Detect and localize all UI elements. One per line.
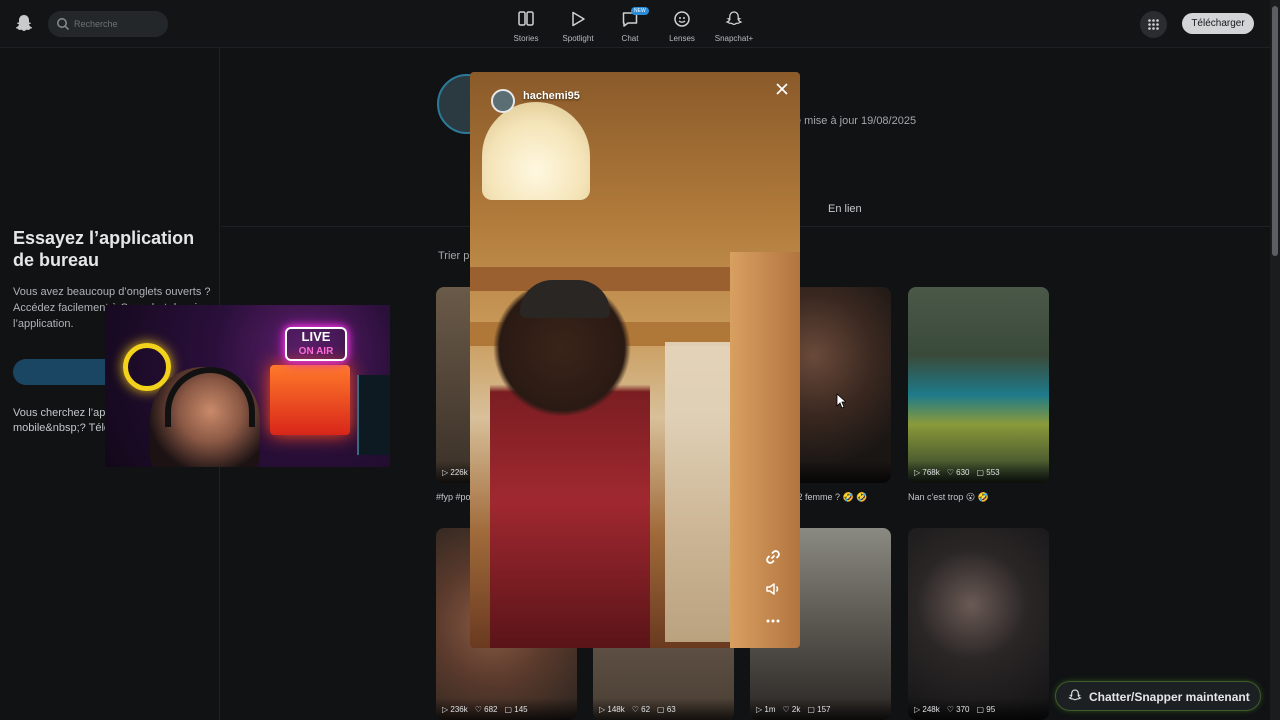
- nav-label: Lenses: [669, 34, 695, 43]
- nav-spotlight[interactable]: Spotlight: [552, 0, 604, 48]
- likes-count: ♡ 62: [631, 704, 651, 714]
- doorway-light: [665, 342, 735, 642]
- search-input[interactable]: [74, 15, 162, 33]
- tile-stats: ▷ 148k ♡ 62 ▢ 63: [593, 698, 734, 720]
- video-tile[interactable]: ▷ 768k ♡ 630 ▢ 553: [908, 287, 1049, 483]
- video-tile[interactable]: ▷ 248k ♡ 370 ▢ 95: [908, 528, 1049, 720]
- story-user-avatar[interactable]: [491, 89, 515, 113]
- tile-caption: Nan c'est trop 😮 🤣: [908, 492, 989, 502]
- live-on-air-sign: LIVE ON AIR: [285, 327, 347, 361]
- chat-snap-now-label: Chatter/Snapper maintenant: [1089, 690, 1250, 704]
- nav-chat[interactable]: NEW Chat: [604, 0, 656, 48]
- grid-icon: [1148, 19, 1159, 30]
- nav-label: Stories: [513, 34, 539, 43]
- download-button[interactable]: Télécharger: [1182, 13, 1254, 34]
- snapchat-logo-icon[interactable]: [14, 13, 34, 33]
- link-icon[interactable]: [764, 548, 782, 566]
- new-badge: NEW: [631, 7, 649, 15]
- desktop-promo-title: Essayez l’application de bureau: [13, 228, 195, 270]
- views-count: ▷ 226k: [442, 467, 468, 477]
- likes-count: ♡ 370: [946, 704, 970, 714]
- last-update-text: e mise à jour 19/08/2025: [795, 115, 917, 127]
- tile-caption: a 2 femme ? 🤣 🤣: [790, 492, 868, 502]
- nav-snapchat-plus[interactable]: Snapchat+: [708, 0, 760, 48]
- comments-count: ▢ 157: [807, 704, 831, 714]
- top-bar: Stories Spotlight NEW Chat Lenses: [0, 0, 1270, 48]
- neon-setup: [270, 365, 350, 435]
- spotlight-icon: [572, 11, 585, 27]
- likes-count: ♡ 2k: [782, 704, 801, 714]
- volume-icon[interactable]: [764, 580, 782, 598]
- likes-count: ♡ 682: [474, 704, 498, 714]
- tile-stats: ▷ 248k ♡ 370 ▢ 95: [908, 698, 1049, 720]
- more-options-icon[interactable]: [764, 612, 782, 630]
- nav-label: Spotlight: [562, 34, 594, 43]
- nav-stories[interactable]: Stories: [500, 0, 552, 48]
- views-count: ▷ 768k: [914, 467, 940, 477]
- comments-count: ▢ 145: [504, 704, 528, 714]
- ghost-icon: [1068, 689, 1082, 701]
- views-count: ▷ 148k: [599, 704, 625, 714]
- tile-caption: #fyp #po: [436, 492, 471, 502]
- story-viewer-modal[interactable]: [470, 72, 800, 648]
- comments-count: ▢ 63: [657, 704, 676, 714]
- tab-linked[interactable]: En lien: [828, 203, 862, 215]
- chat-snap-now-button[interactable]: Chatter/Snapper maintenant: [1055, 681, 1261, 711]
- monitor-screen: [357, 375, 390, 455]
- scrollbar-thumb[interactable]: [1272, 6, 1278, 256]
- stories-icon: [518, 11, 534, 26]
- tile-stats: ▷ 236k ♡ 682 ▢ 145: [436, 698, 577, 720]
- tile-stats: ▷ 1m ♡ 2k ▢ 157: [750, 698, 891, 720]
- views-count: ▷ 236k: [442, 704, 468, 714]
- search-icon: [57, 18, 70, 31]
- sort-label[interactable]: Trier p: [438, 250, 469, 262]
- likes-count: ♡ 630: [946, 467, 970, 477]
- cap: [520, 280, 610, 318]
- nav-lenses[interactable]: Lenses: [656, 0, 708, 48]
- main-nav: Stories Spotlight NEW Chat Lenses Snapch…: [500, 0, 760, 48]
- comments-count: ▢ 95: [976, 704, 996, 714]
- comments-count: ▢ 553: [976, 467, 1000, 477]
- close-icon[interactable]: [774, 81, 790, 97]
- nav-label: Chat: [621, 34, 639, 43]
- lenses-icon: [674, 11, 690, 27]
- story-username[interactable]: hachemi95: [523, 90, 580, 102]
- webcam-overlay: LIVE ON AIR: [105, 305, 390, 467]
- tile-stats: ▷ 768k ♡ 630 ▢ 553: [908, 461, 1049, 483]
- dancing-person: [490, 282, 650, 648]
- search-bar[interactable]: [48, 11, 168, 37]
- nav-label: Snapchat+: [714, 34, 754, 43]
- snapchat-plus-icon: [725, 11, 743, 26]
- apps-grid-button[interactable]: [1140, 11, 1167, 38]
- ceiling-lamp: [482, 102, 590, 200]
- views-count: ▷ 248k: [914, 704, 940, 714]
- mouse-cursor-icon: [836, 393, 846, 409]
- views-count: ▷ 1m: [756, 704, 776, 714]
